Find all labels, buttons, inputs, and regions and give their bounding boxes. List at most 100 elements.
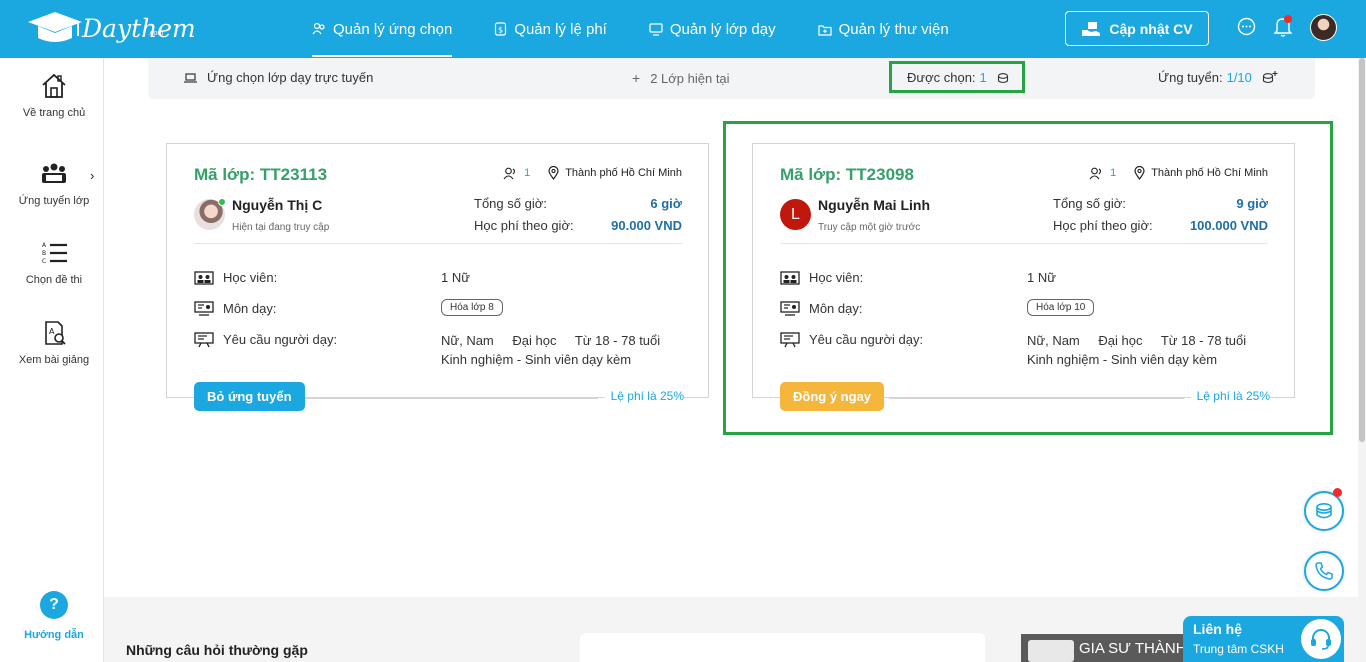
class-icon [42,163,66,183]
class-location: Thành phố Hồ Chí Minh [565,167,682,179]
nav-manage-fees[interactable]: $ Quản lý lệ phí [494,0,607,58]
divider [194,243,682,244]
plus-icon: + [632,70,641,86]
chevron-right-icon[interactable]: › [90,168,94,183]
class-meta: 1 Thành phố Hồ Chí Minh [503,166,682,180]
help-label: Hướng dẫn [24,629,84,641]
fee-divider [303,398,598,399]
location-pin-icon [548,166,559,180]
monitor-icon [649,22,663,36]
nav-label: Quản lý lệ phí [514,20,607,38]
exam-list-icon: ABC [42,242,67,265]
float-notification-dot [1333,488,1342,497]
class-code: Mã lớp: TT23113 [194,165,328,184]
float-stack-button[interactable] [1304,491,1344,531]
strip-online[interactable]: Ứng chọn lớp dạy trực tuyến [184,70,373,85]
strip-current[interactable]: + 2 Lớp hiện tại [632,70,730,86]
sidebar-item-label: Chọn đề thi [25,274,83,286]
logo-text: Daythem [82,13,196,43]
question-icon: ? [40,591,68,619]
lecture-icon: A [45,321,66,345]
status-strip: Ứng chọn lớp dạy trực tuyến + 2 Lớp hiện… [148,58,1315,99]
svg-text:$: $ [498,26,503,35]
req-experience: Kinh nghiệm - Sinh viên dạy kèm [441,352,632,367]
scrollbar-thumb[interactable] [1359,58,1365,442]
hourly-fee-value: 90.000 VND [611,218,682,233]
requirement-label: Yêu cầu người dạy: [223,332,338,347]
svg-text:A: A [42,242,47,249]
contact-title: Liên hệ [1193,621,1243,637]
access-status: Hiện tại đang truy cập [232,222,330,233]
contact-widget[interactable]: Liên hệ Trung tâm CSKH [1183,616,1344,662]
nav-manage-applications[interactable]: Quản lý ứng chọn [312,0,453,58]
home-icon [42,73,66,98]
sidebar-item-view-lectures[interactable]: A Xem bài giảng [4,320,104,366]
student-value: 1 Nữ [441,270,470,285]
class-card: Mã lớp: TT23113 1 Thành phố Hồ Chí Minh … [166,143,709,411]
graduation-cap-icon [28,12,82,42]
update-cv-label: Cập nhật CV [1109,20,1193,37]
contact-subtitle: Trung tâm CSKH [1193,642,1284,656]
subject-tag: Hóa lớp 8 [441,299,503,316]
total-hours-label: Tổng số giờ: [474,196,547,211]
nav-label: Quản lý lớp dạy [669,20,776,38]
nav-manage-library[interactable]: Quản lý thư viện [817,0,949,58]
scrollbar[interactable] [1358,58,1366,662]
student-card-icon [194,271,214,285]
top-navbar: Daythem .com Quản lý ứng chọn $ Quản lý … [0,0,1366,58]
people-icon [312,22,325,35]
stack-add-icon [1262,71,1278,84]
sidebar-item-choose-exam[interactable]: ABC Chọn đề thi [4,240,104,286]
logo-domain: .com [148,30,164,37]
req-level: Đại học [512,333,557,348]
withdraw-application-button[interactable]: Bỏ ứng tuyển [194,382,305,411]
strip-online-label: Ứng chọn lớp dạy trực tuyến [207,70,374,85]
online-indicator [218,198,226,206]
student-count: 1 [524,167,531,179]
student-label: Học viên: [223,270,278,285]
svg-text:B: B [42,250,46,257]
notification-dot [1284,15,1292,23]
headset-icon [1301,619,1341,659]
sidebar-item-label: Xem bài giảng [18,354,90,366]
laptop-icon [184,72,197,83]
sidebar-item-label: Về trang chủ [22,107,86,119]
banner-logo [1028,640,1074,662]
update-cv-button[interactable]: Cập nhật CV [1065,11,1209,46]
total-hours-value: 6 giờ [650,196,682,211]
sidebar: Về trang chủ Ứng tuyển lớp › ABC Chọn đề… [4,58,104,662]
strip-applied-value: 1/10 [1226,70,1252,85]
nav-manage-classes[interactable]: Quản lý lớp dạy [649,0,776,58]
sidebar-item-apply-class[interactable]: Ứng tuyển lớp [4,161,104,207]
hourly-fee-label: Học phí theo giờ: [474,218,574,233]
strip-applied-label: Ứng tuyển: [1158,70,1223,85]
requirement-values: Nữ, Nam Đại học Từ 18 - 78 tuổi [441,333,675,348]
parent-name: Nguyễn Thị C [232,197,323,213]
folder-icon [817,24,832,36]
stack-icon [1316,502,1332,519]
req-age: Từ 18 - 78 tuổi [574,333,661,348]
float-call-button[interactable] [1304,551,1344,591]
faq-panel [580,633,985,662]
svg-text:A: A [49,327,55,336]
logo[interactable]: Daythem [24,10,196,46]
hand-upload-icon [1082,21,1101,36]
card-highlight-box [723,121,1333,435]
teacher-requirement-icon [194,332,214,348]
svg-text:C: C [42,258,46,265]
fee-note: Lệ phí là 25% [604,389,684,403]
nav-label: Quản lý thư viện [838,20,949,38]
nav-label: Quản lý ứng chọn [333,20,453,38]
fee-icon: $ [495,22,507,36]
faq-title: Những câu hỏi thường gặp [126,642,308,658]
phone-icon [1315,562,1333,580]
help-link[interactable]: ? Hướng dẫn [4,591,104,641]
chat-icon[interactable] [1237,17,1256,36]
strip-applied[interactable]: Ứng tuyển: 1/10 [1158,70,1278,85]
strip-current-label: 2 Lớp hiện tại [650,70,730,86]
sidebar-item-label: Ứng tuyển lớp [18,195,90,207]
req-gender: Nữ, Nam [441,333,494,348]
sidebar-item-home[interactable]: Về trang chủ [4,73,104,119]
user-avatar[interactable] [1310,14,1337,41]
selected-highlight-box [889,61,1025,93]
